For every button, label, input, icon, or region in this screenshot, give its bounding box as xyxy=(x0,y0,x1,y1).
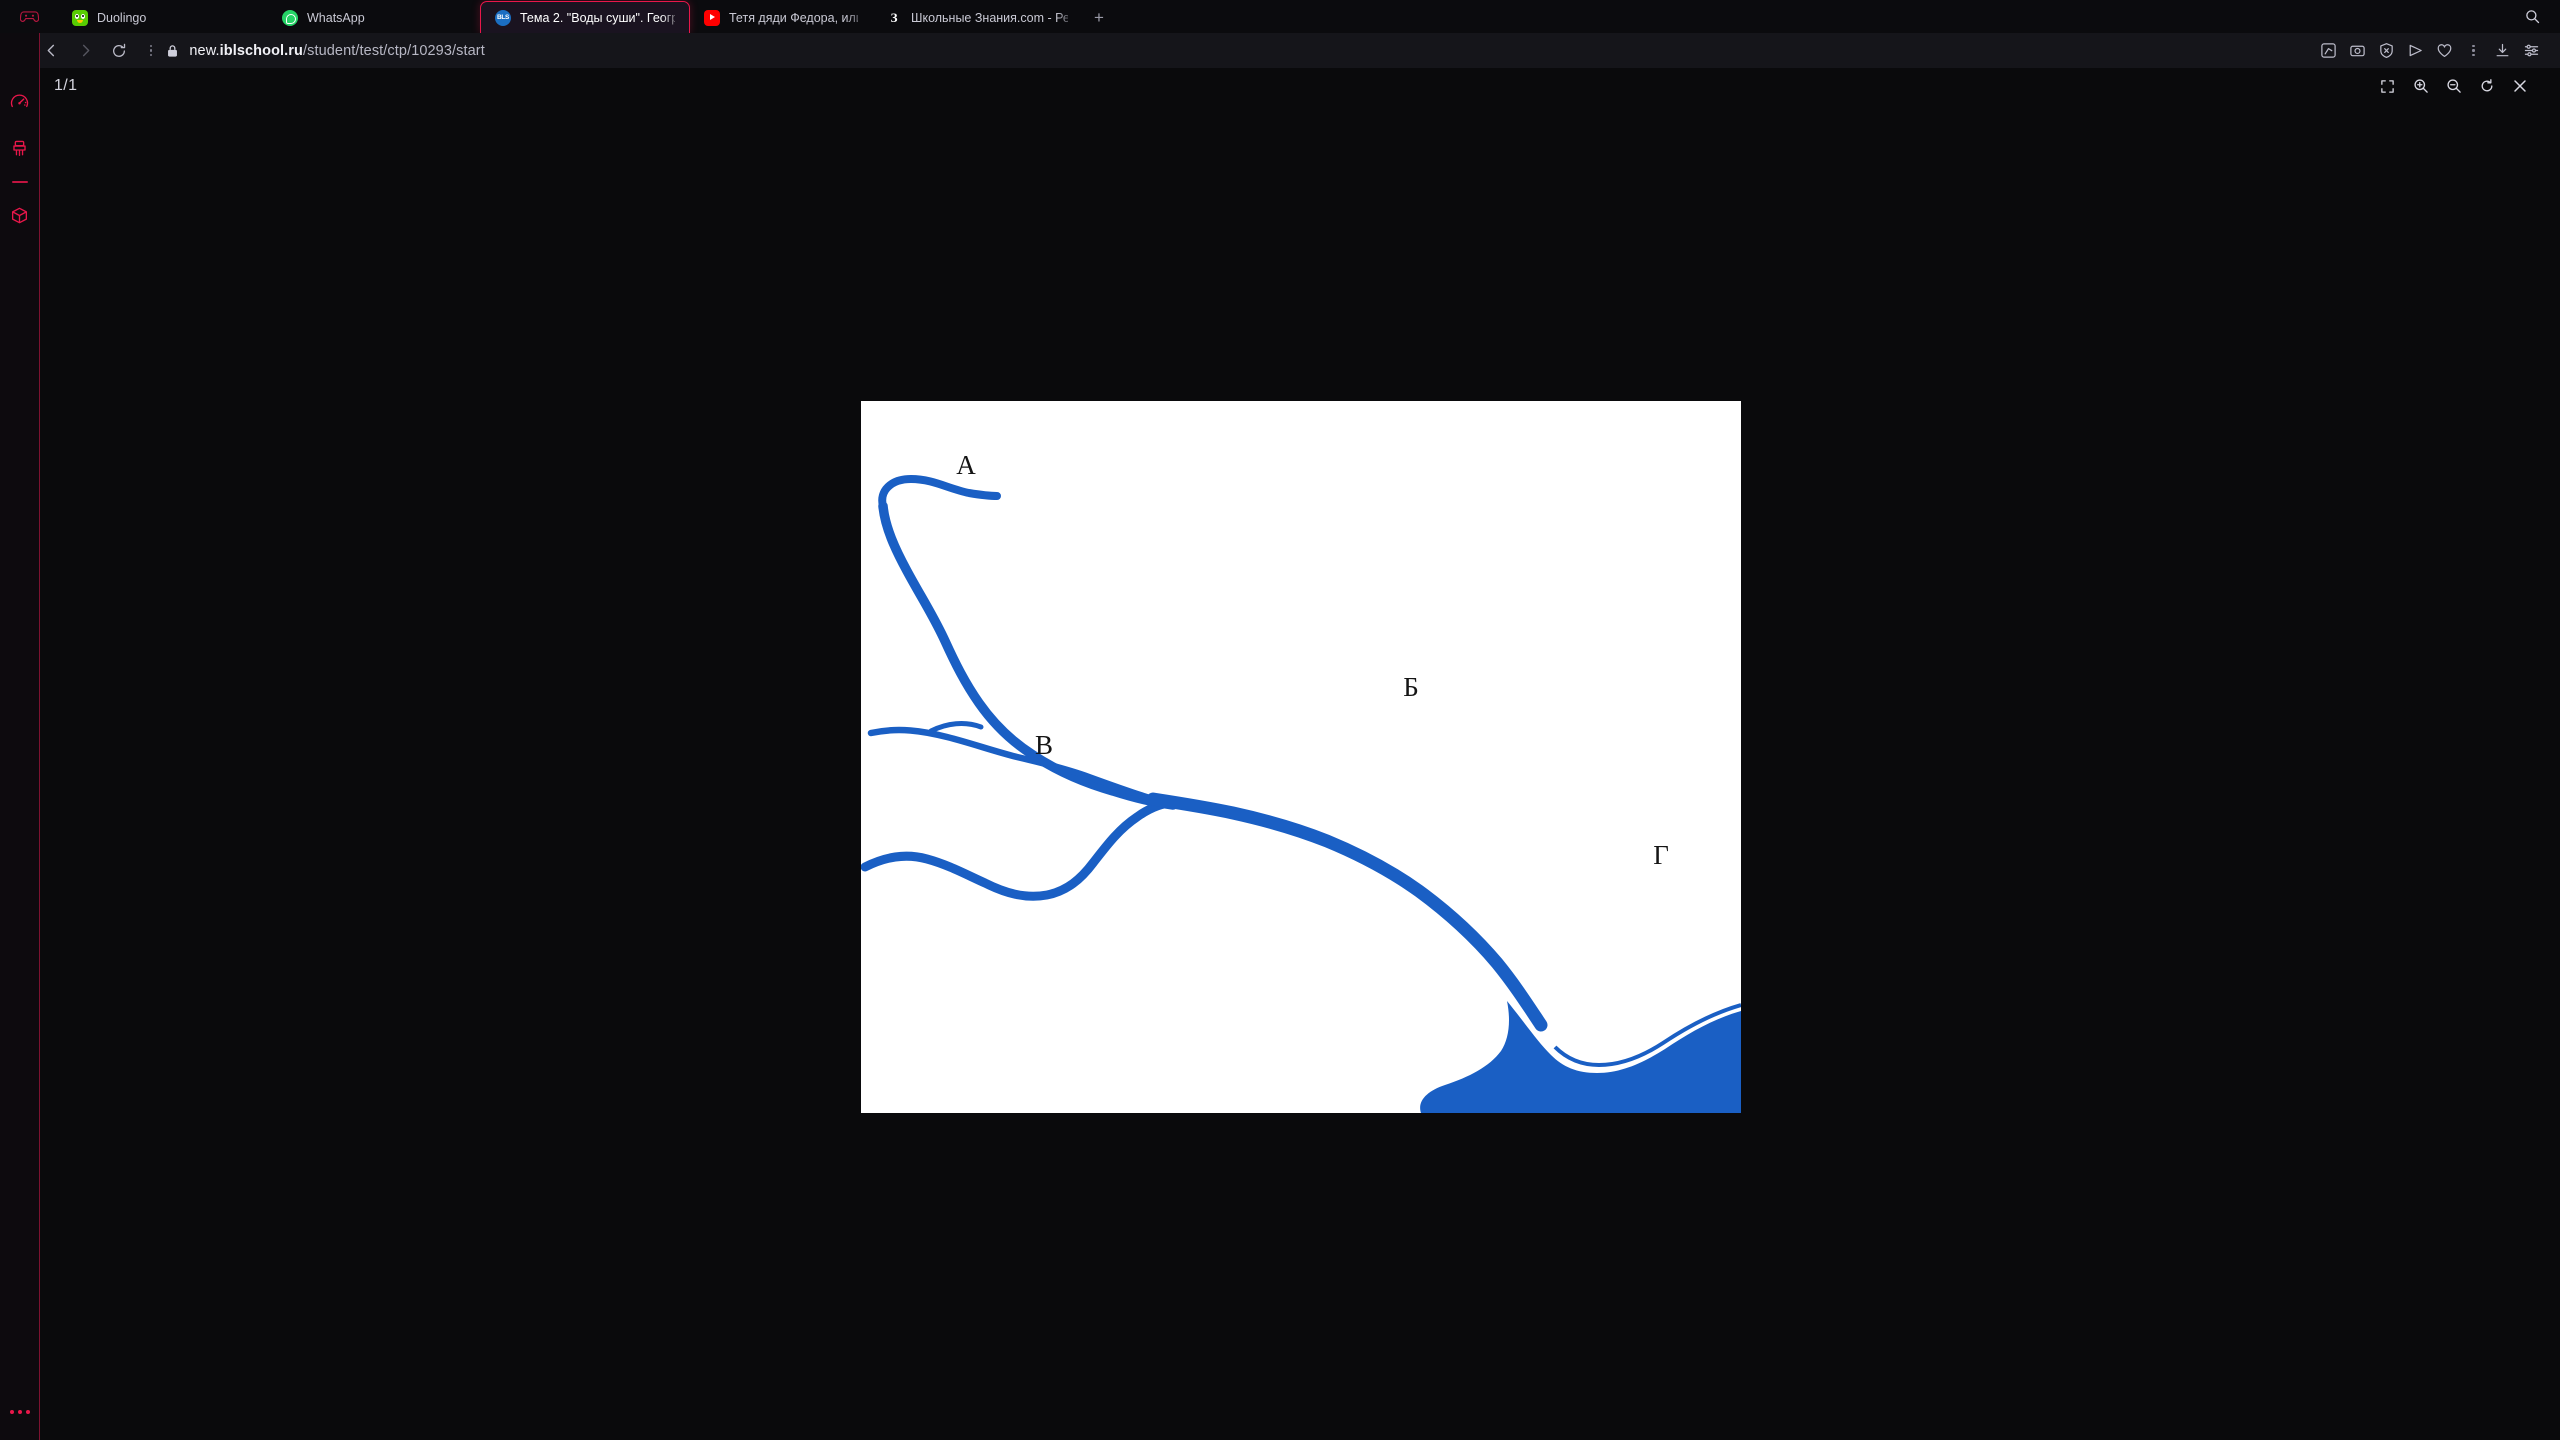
address-bar[interactable]: new. iblschool.ru/student/test/ctp/10293/… xyxy=(146,38,2314,63)
speedometer-icon xyxy=(10,93,29,112)
viewer-toolbar: 1/1 xyxy=(41,68,2560,104)
sidebar-divider xyxy=(11,181,28,183)
game-controller-icon xyxy=(19,11,39,22)
tab-label: Школьные Знания.com - Реша xyxy=(911,10,1068,25)
river-diagram: А Б В Г xyxy=(861,401,1741,1113)
tab-label: Тема 2. "Воды суши". Географ xyxy=(520,10,675,25)
sidebar-item-gx-cleaner[interactable] xyxy=(0,125,40,171)
page-indicator: 1/1 xyxy=(54,77,78,94)
tab-title-fade xyxy=(242,2,268,33)
camera-snapshot-icon[interactable] xyxy=(2343,34,2372,68)
url-text[interactable]: new. iblschool.ru/student/test/ctp/10293/… xyxy=(189,43,484,59)
tab-label: Тетя дяди Федора, или побег xyxy=(729,10,858,25)
tabstrip-right-controls xyxy=(2516,0,2560,33)
tab-label: Duolingo xyxy=(97,10,147,25)
easy-setup-icon[interactable] xyxy=(2517,34,2546,68)
label-v: В xyxy=(1035,730,1053,760)
page-actions-dots-icon[interactable] xyxy=(146,44,156,57)
new-tab-button[interactable]: + xyxy=(1082,2,1116,33)
cube-icon xyxy=(10,206,29,225)
three-dots-icon xyxy=(9,1410,14,1414)
label-b: Б xyxy=(1403,672,1419,702)
reload-button[interactable] xyxy=(102,34,136,68)
page-background xyxy=(861,401,1741,1113)
heart-favorites-icon[interactable] xyxy=(2430,34,2459,68)
bls-icon: BLS xyxy=(495,9,511,26)
zoom-in-icon[interactable] xyxy=(2404,68,2437,104)
tab-youtube[interactable]: Тетя дяди Федора, или побег xyxy=(690,2,872,33)
pin-snapshot-icon[interactable] xyxy=(2314,34,2343,68)
whatsapp-icon xyxy=(282,9,298,26)
navigation-bar: new. iblschool.ru/student/test/ctp/10293/… xyxy=(0,33,2560,68)
image-viewer: 1/1 А Б В Г xyxy=(41,68,2560,1440)
brush-icon xyxy=(10,139,29,158)
gx-sidebar xyxy=(0,33,40,1440)
more-dots-icon[interactable] xyxy=(2459,34,2488,68)
lock-icon[interactable] xyxy=(166,44,179,58)
sidebar-item-gx-corner[interactable] xyxy=(0,193,40,239)
rotate-icon[interactable] xyxy=(2470,68,2503,104)
label-g: Г xyxy=(1653,840,1669,870)
tab-bls-active[interactable]: BLS Тема 2. "Воды суши". Географ xyxy=(480,1,690,33)
tab-duolingo[interactable]: Duolingo xyxy=(58,2,268,33)
tab-strip: Duolingo WhatsApp BLS Тема 2. "Воды суши… xyxy=(0,0,2560,33)
send-messenger-icon[interactable] xyxy=(2401,34,2430,68)
forward-button[interactable] xyxy=(68,34,102,68)
tab-label: WhatsApp xyxy=(307,10,365,25)
viewer-tool-buttons xyxy=(2371,68,2560,104)
tabs-container: Duolingo WhatsApp BLS Тема 2. "Воды суши… xyxy=(58,0,2516,33)
tab-title-fade xyxy=(454,2,480,33)
zoom-out-icon[interactable] xyxy=(2437,68,2470,104)
fullscreen-icon[interactable] xyxy=(2371,68,2404,104)
adblock-shield-icon[interactable] xyxy=(2372,34,2401,68)
tab-whatsapp[interactable]: WhatsApp xyxy=(268,2,480,33)
sidebar-item-gx-control[interactable] xyxy=(0,79,40,125)
search-icon[interactable] xyxy=(2516,0,2548,33)
document-page[interactable]: А Б В Г xyxy=(861,401,1741,1113)
close-icon[interactable] xyxy=(2503,68,2536,104)
sidebar-more-button[interactable] xyxy=(9,1410,30,1414)
label-a: А xyxy=(956,450,976,480)
youtube-icon xyxy=(704,9,720,26)
znanija-icon: З xyxy=(890,9,898,25)
browser-toolbar-right xyxy=(2314,34,2560,68)
gx-controller-icon[interactable] xyxy=(0,0,58,33)
download-icon[interactable] xyxy=(2488,34,2517,68)
duolingo-icon xyxy=(72,9,88,26)
tab-znanija[interactable]: З Школьные Знания.com - Реша xyxy=(872,2,1082,33)
